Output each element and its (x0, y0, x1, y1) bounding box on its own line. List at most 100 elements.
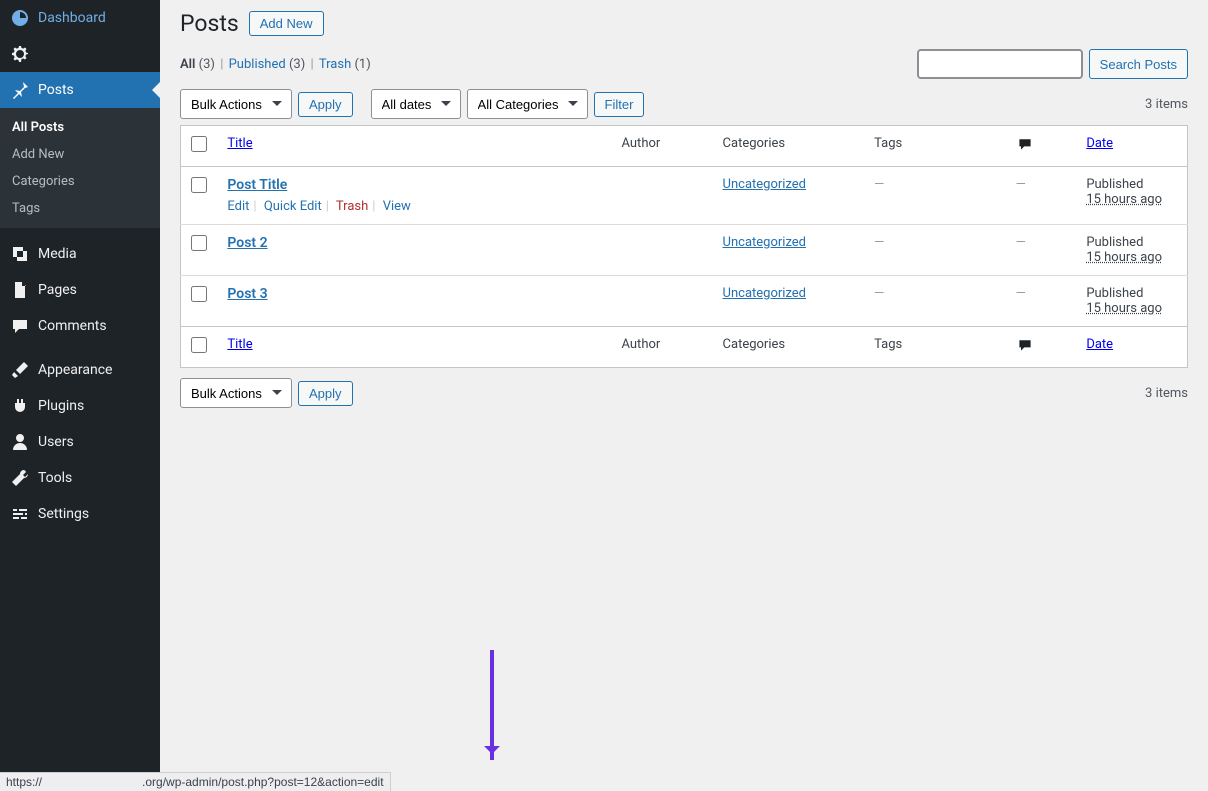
menu-label: Comments (38, 318, 107, 334)
view-trash[interactable]: Trash (319, 57, 351, 72)
post-author (611, 225, 712, 276)
post-status: Published (1086, 286, 1143, 301)
post-comments: — (1016, 235, 1026, 250)
all-count: (3) (199, 57, 215, 72)
table-row: Post 3 Uncategorized — — Published15 hou… (181, 276, 1188, 327)
items-count-top: 3 items (1145, 97, 1188, 112)
post-time: 15 hours ago (1086, 250, 1162, 265)
menu-pages[interactable]: Pages (0, 272, 160, 308)
add-new-button[interactable]: Add New (249, 11, 324, 36)
page-icon (10, 280, 30, 300)
statusbar-right: .org/wp-admin/post.php?post=12&action=ed… (142, 775, 384, 789)
row-actions: Edit| Quick Edit| Trash| View (227, 199, 601, 214)
date-filter-select[interactable]: All dates (371, 89, 461, 119)
browser-statusbar: https:// .org/wp-admin/post.php?post=12&a… (0, 772, 391, 791)
row-checkbox[interactable] (191, 235, 207, 251)
bulk-actions-select[interactable]: Bulk Actions (180, 89, 292, 119)
filter-button[interactable]: Filter (594, 92, 645, 117)
table-row: Post 2 Uncategorized — — Published15 hou… (181, 225, 1188, 276)
view-all[interactable]: All (180, 57, 195, 72)
row-checkbox[interactable] (191, 286, 207, 302)
category-filter-select[interactable]: All Categories (467, 89, 588, 119)
comment-icon[interactable] (1016, 136, 1034, 156)
menu-appearance[interactable]: Appearance (0, 352, 160, 388)
menu-updates[interactable] (0, 36, 160, 72)
post-author (611, 276, 712, 327)
menu-users[interactable]: Users (0, 424, 160, 460)
col-categories: Categories (713, 126, 865, 167)
post-category-link[interactable]: Uncategorized (723, 235, 806, 250)
comment-icon[interactable] (1016, 342, 1034, 357)
submenu-add-new[interactable]: Add New (0, 141, 160, 168)
menu-label: Tools (38, 470, 72, 486)
menu-plugins[interactable]: Plugins (0, 388, 160, 424)
row-checkbox[interactable] (191, 177, 207, 193)
apply-button-bottom[interactable]: Apply (298, 381, 353, 406)
posts-table: Title Author Categories Tags Date Post T… (180, 125, 1188, 368)
menu-media[interactable]: Media (0, 236, 160, 272)
annotation-arrow (490, 650, 494, 760)
sliders-icon (10, 504, 30, 524)
menu-posts[interactable]: Posts (0, 72, 160, 108)
row-edit[interactable]: Edit (227, 199, 249, 214)
menu-label: Appearance (38, 362, 112, 378)
menu-label: Dashboard (38, 10, 106, 26)
post-tags: — (874, 286, 884, 301)
menu-dashboard[interactable]: Dashboard (0, 0, 160, 36)
col-categories-foot: Categories (713, 327, 865, 368)
post-category-link[interactable]: Uncategorized (723, 286, 806, 301)
admin-sidebar: Dashboard Posts All Posts Add New Catego… (0, 0, 160, 791)
col-title-foot[interactable]: Title (227, 337, 252, 352)
post-status: Published (1086, 235, 1143, 250)
media-icon (10, 244, 30, 264)
bulk-actions-select-bottom[interactable]: Bulk Actions (180, 378, 292, 408)
statusbar-left: https:// (6, 775, 42, 789)
post-comments: — (1016, 177, 1026, 192)
select-all-checkbox-bottom[interactable] (191, 337, 207, 353)
apply-button-top[interactable]: Apply (298, 92, 353, 117)
row-quick-edit[interactable]: Quick Edit (264, 199, 322, 214)
published-count: (3) (289, 57, 305, 72)
menu-label: Users (38, 434, 74, 450)
col-tags-foot: Tags (864, 327, 1005, 368)
table-row: Post Title Edit| Quick Edit| Trash| View… (181, 167, 1188, 225)
col-date[interactable]: Date (1086, 136, 1113, 151)
menu-tools[interactable]: Tools (0, 460, 160, 496)
user-icon (10, 432, 30, 452)
brush-icon (10, 360, 30, 380)
menu-label: Plugins (38, 398, 84, 414)
items-count-bottom: 3 items (1145, 386, 1188, 401)
post-time: 15 hours ago (1086, 192, 1162, 207)
row-trash[interactable]: Trash (336, 199, 368, 214)
select-all-checkbox[interactable] (191, 136, 207, 152)
post-tags: — (874, 177, 884, 192)
dashboard-icon (10, 8, 30, 28)
menu-comments[interactable]: Comments (0, 308, 160, 344)
row-view[interactable]: View (383, 199, 411, 214)
trash-count: (1) (354, 57, 370, 72)
post-title-link[interactable]: Post Title (227, 177, 287, 193)
col-title[interactable]: Title (227, 136, 252, 151)
col-date-foot[interactable]: Date (1086, 337, 1113, 352)
post-comments: — (1016, 286, 1026, 301)
menu-label: Posts (38, 82, 74, 98)
page-title: Posts (180, 10, 239, 37)
search-input[interactable] (917, 49, 1083, 79)
menu-label: Settings (38, 506, 89, 522)
post-title-link[interactable]: Post 3 (227, 286, 267, 302)
post-title-link[interactable]: Post 2 (227, 235, 267, 251)
pin-icon (10, 80, 30, 100)
plug-icon (10, 396, 30, 416)
submenu-tags[interactable]: Tags (0, 195, 160, 222)
menu-label: Pages (38, 282, 77, 298)
submenu-categories[interactable]: Categories (0, 168, 160, 195)
search-button[interactable]: Search Posts (1089, 49, 1188, 79)
post-tags: — (874, 235, 884, 250)
posts-submenu: All Posts Add New Categories Tags (0, 108, 160, 228)
menu-settings[interactable]: Settings (0, 496, 160, 532)
view-published[interactable]: Published (229, 57, 286, 72)
post-author (611, 167, 712, 225)
submenu-all-posts[interactable]: All Posts (0, 114, 160, 141)
post-category-link[interactable]: Uncategorized (723, 177, 806, 192)
col-tags: Tags (864, 126, 1005, 167)
